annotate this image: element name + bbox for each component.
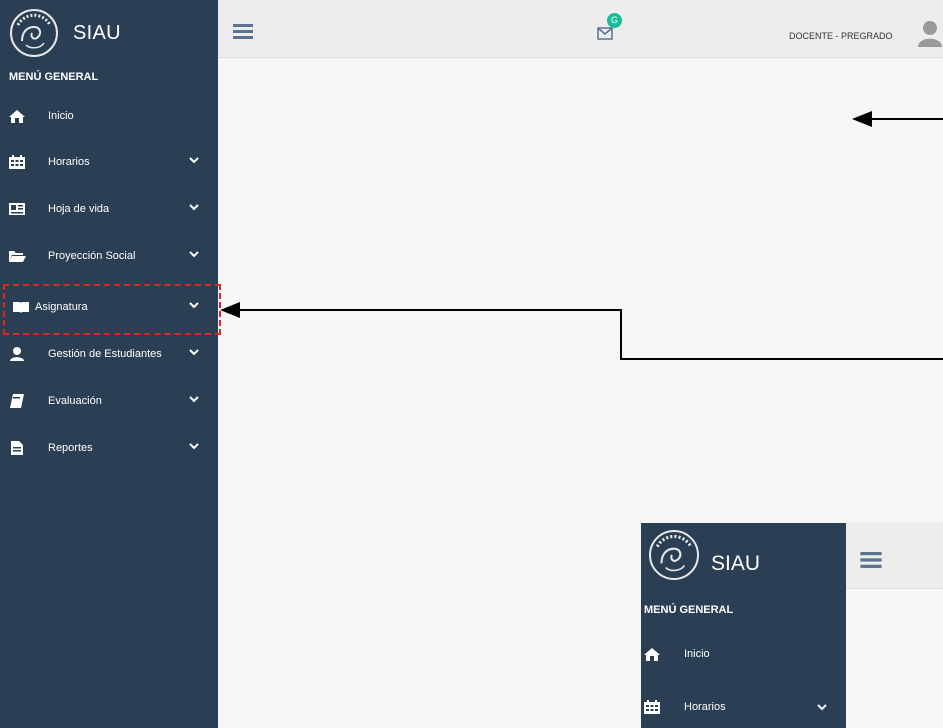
sidebar-item-inicio[interactable]: Inicio	[641, 640, 846, 670]
notification-badge: G	[607, 13, 622, 28]
chevron-down-icon	[189, 349, 199, 356]
sidebar-item-inicio[interactable]: Inicio	[0, 96, 218, 136]
chevron-down-icon	[189, 157, 199, 164]
sidebar-item-proyeccion-social[interactable]: Proyección Social	[0, 236, 218, 276]
brand-name: SIAU	[711, 552, 761, 575]
inset-preview: SIAU MENÚ GENERAL Inicio Horarios	[641, 523, 943, 728]
chevron-down-icon	[189, 396, 199, 403]
sidebar-item-evaluacion[interactable]: Evaluación	[0, 381, 218, 421]
asignatura-highlight	[3, 284, 221, 335]
id-card-icon	[9, 203, 25, 215]
calendar-icon	[9, 155, 25, 169]
avatar[interactable]	[917, 19, 943, 47]
user-role[interactable]: DOCENTE - PREGRADO	[789, 31, 893, 41]
sidebar-item-horarios[interactable]: Horarios	[641, 693, 846, 723]
menu-toggle-icon[interactable]	[233, 24, 253, 40]
sidebar-item-label: Gestión de Estudiantes	[48, 348, 162, 360]
unillanos-logo	[10, 9, 58, 57]
brand-name: SIAU	[73, 22, 121, 44]
sidebar-item-label: Evaluación	[48, 395, 102, 407]
home-icon	[644, 648, 660, 661]
sidebar-item-hoja-de-vida[interactable]: Hoja de vida	[0, 189, 218, 229]
menu-toggle-icon[interactable]	[860, 552, 882, 569]
sidebar-item-label: Inicio	[684, 648, 710, 660]
sidebar-item-label: Proyección Social	[48, 250, 136, 262]
folder-open-icon	[9, 251, 26, 262]
calendar-icon	[644, 700, 660, 714]
user-icon	[10, 347, 24, 361]
chevron-down-icon	[189, 204, 199, 211]
chevron-down-icon	[817, 704, 827, 711]
sidebar: SIAU MENÚ GENERAL Inicio Horarios Hoja d…	[0, 0, 218, 728]
sidebar-item-reportes[interactable]: Reportes	[0, 428, 218, 468]
sidebar-item-gestion-de-estudiantes[interactable]: Gestión de Estudiantes	[0, 334, 218, 374]
file-icon	[11, 441, 23, 455]
menu-section-title: MENÚ GENERAL	[9, 71, 99, 83]
sidebar-item-horarios[interactable]: Horarios	[0, 142, 218, 182]
chevron-down-icon	[189, 251, 199, 258]
chevron-down-icon	[189, 443, 199, 450]
sidebar-item-label: Horarios	[684, 701, 726, 713]
sidebar-item-label: Horarios	[48, 156, 90, 168]
envelope-icon[interactable]	[597, 27, 613, 40]
inset-top-navbar	[846, 523, 943, 589]
book-icon	[10, 394, 24, 408]
top-navbar: G DOCENTE - PREGRADO	[218, 0, 943, 58]
brand[interactable]: SIAU	[10, 9, 210, 61]
sidebar-item-label: Inicio	[48, 110, 74, 122]
unillanos-logo	[649, 530, 699, 580]
sidebar-item-label: Reportes	[48, 442, 93, 454]
sidebar-item-label: Hoja de vida	[48, 203, 110, 215]
inset-sidebar: SIAU MENÚ GENERAL Inicio Horarios	[641, 523, 846, 728]
menu-section-title: MENÚ GENERAL	[644, 604, 734, 616]
home-icon	[9, 110, 25, 123]
